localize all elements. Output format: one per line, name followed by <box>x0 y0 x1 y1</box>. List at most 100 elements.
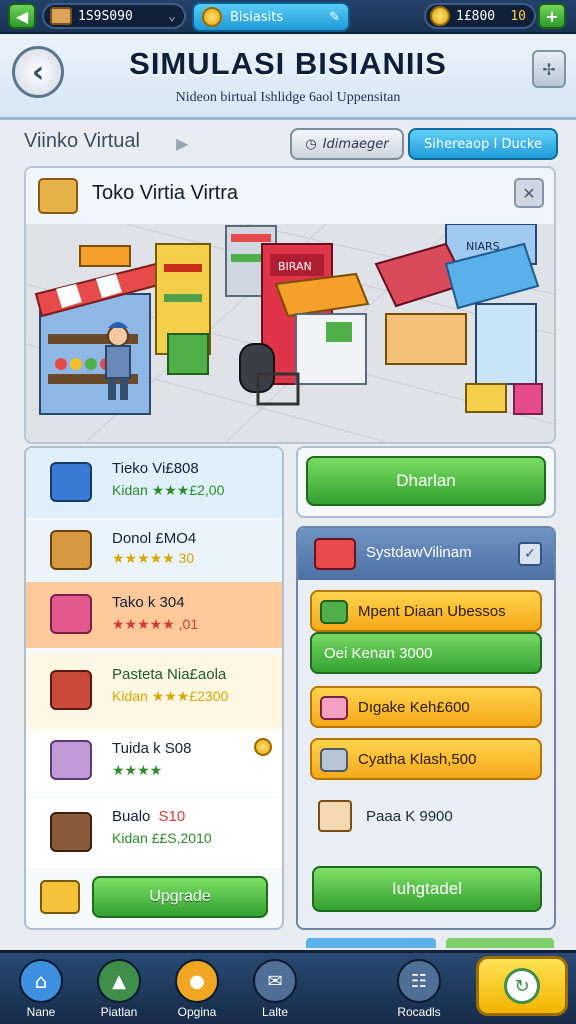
list-item[interactable]: Bualo S10 Kidan ££S,2010 <box>26 798 282 868</box>
task-item[interactable]: Cyatha Klash,500 <box>310 738 542 780</box>
mail-icon: ✉ <box>253 959 297 1003</box>
box-icon <box>50 462 92 502</box>
task-item[interactable]: Dıgake Keh£600 <box>310 686 542 728</box>
clock-icon: ◷ <box>305 136 317 152</box>
task-item[interactable]: Oei Kenan 3000 <box>310 632 542 674</box>
list-item[interactable]: Tieko Vi£808 Kidan ★★★£2,00 <box>26 448 282 518</box>
cash-icon <box>320 600 348 624</box>
chevron-down-icon[interactable]: ⌄ <box>168 9 176 24</box>
nav-mail-label: Lalte <box>261 1005 289 1019</box>
gold-coin-icon <box>430 6 450 26</box>
coin-badge-icon <box>254 738 272 756</box>
nav-plan-label: Piatlan <box>100 1005 138 1019</box>
coin-value: 1£800 <box>456 8 496 24</box>
document-icon <box>318 800 352 832</box>
shop-details-chip-label: Sihereaop I Ducke <box>424 136 542 152</box>
shop-card-header: Toko Virtia Virtra ✕ <box>26 168 554 224</box>
page-title: SIMULASI BISIANIIS <box>129 46 447 81</box>
item-price: ★★★★★ ,01 <box>112 616 199 632</box>
nav-records[interactable]: ☷ Rocadls <box>384 959 454 1024</box>
nav-plan[interactable]: ▲ Piatlan <box>84 959 154 1024</box>
bag-icon <box>320 696 348 720</box>
add-coins-button[interactable]: + <box>538 3 566 29</box>
task-label: Mpent Diaan Ubessos <box>358 602 506 620</box>
list-item[interactable]: Tuida k S08 ★★★★ <box>26 730 282 796</box>
upgrade-button[interactable]: Upgrade <box>92 876 268 918</box>
nav-records-label: Rocadls <box>397 1005 441 1019</box>
close-button[interactable]: ✕ <box>514 178 544 208</box>
shop-scene-illustration: BIRAN NIARS <box>26 224 554 442</box>
nav-home-label: Nane <box>26 1005 56 1019</box>
cart-icon <box>50 812 92 852</box>
list-item[interactable]: Tako k 304 ★★★★★ ,01 <box>26 582 282 648</box>
top-bar: ◀ 1S9S090 ⌄ Bisiasits ✎ 1£800 10 + <box>0 0 576 34</box>
item-name-main: Bualo <box>112 808 151 825</box>
section-title: Viinko Virtual <box>24 130 140 152</box>
page-header: ‹ SIMULASI BISIANIIS Nideon birtual Ishl… <box>0 36 576 120</box>
action-button[interactable]: ↻ <box>476 956 568 1016</box>
task-item[interactable]: Paaa K 9900 <box>318 796 538 836</box>
house-icon: ▲ <box>97 959 141 1003</box>
edit-icon[interactable]: ✎ <box>329 10 340 25</box>
dharlan-panel: Dharlan <box>296 446 556 518</box>
tasks-panel-title: SystdawVilinam <box>366 544 472 561</box>
item-price: Kidan ££S,2010 <box>112 830 212 846</box>
tasks-panel: SystdawVilinam ✓ Mpent Diaan Ubessos Oei… <box>296 526 556 930</box>
nav-options-label: Opgina <box>177 1005 217 1019</box>
refresh-icon: ↻ <box>504 968 540 1004</box>
manager-chip-label: Idimaeger <box>322 136 389 152</box>
chevron-left-icon: ‹ <box>31 54 45 90</box>
settings-button[interactable]: ✢ <box>532 50 566 88</box>
item-price: ★★★★ <box>112 762 163 778</box>
list-item[interactable]: Pasteta Nia£aola Kidan ★★★£2300 <box>26 654 282 730</box>
item-name: Tako k 304 <box>112 594 185 611</box>
grid-icon: ✢ <box>542 59 556 79</box>
page-subtitle: Nideon birtual Ishlidge 6aol Uppensitan <box>175 90 401 105</box>
checkbox[interactable]: ✓ <box>518 542 542 566</box>
nav-home[interactable]: ⌂ Nane <box>6 959 76 1024</box>
nav-mail[interactable]: ✉ Lalte <box>240 959 310 1024</box>
manager-chip[interactable]: ◷ Idimaeger <box>290 128 404 160</box>
item-name: Tieko Vi£808 <box>112 460 199 477</box>
back-arrow-button[interactable]: ◀ <box>8 3 36 29</box>
currency-display: 1S9S090 ⌄ <box>42 3 186 29</box>
coin-suffix: 10 <box>510 8 526 24</box>
tab-peek <box>446 938 554 948</box>
task-label: Paaa K 9900 <box>366 807 453 825</box>
back-button[interactable]: ‹ <box>12 46 64 98</box>
shopping-cart-icon <box>50 670 92 710</box>
coin-display: 1£800 10 <box>424 3 536 29</box>
plus-icon: + <box>545 6 559 26</box>
shop-details-chip[interactable]: Sihereaop I Ducke <box>408 128 558 160</box>
money-icon <box>314 538 356 570</box>
network-icon: ☷ <box>397 959 441 1003</box>
tasks-panel-header: SystdawVilinam ✓ <box>298 528 554 580</box>
package-icon <box>50 740 92 780</box>
coin-stack-icon: ● <box>175 959 219 1003</box>
task-item[interactable]: Mpent Diaan Ubessos <box>310 590 542 632</box>
task-label: Cyatha Klash,500 <box>358 750 477 768</box>
item-price: Kidan ★★★£2,00 <box>112 482 225 498</box>
currency-value: 1S9S090 <box>78 8 133 24</box>
item-name-extra: S10 <box>158 808 186 825</box>
kiosk-sign: BIRAN <box>278 260 312 273</box>
tab-peek <box>306 938 436 948</box>
crate-icon <box>50 530 92 570</box>
shop-title: Toko Virtia Virtra <box>92 182 238 204</box>
gift-box-icon <box>50 594 92 634</box>
coin-icon <box>202 7 222 27</box>
shop-card: Toko Virtia Virtra ✕ BIRAN NIARS <box>24 166 556 444</box>
list-item[interactable]: Donol £MO4 ★★★★★ 30 <box>26 520 282 582</box>
item-price: Kidan ★★★£2300 <box>112 688 229 704</box>
tab-business-label: Bisiasits <box>230 9 284 25</box>
task-label: Dıgake Keh£600 <box>358 698 470 716</box>
dharlan-button[interactable]: Dharlan <box>306 456 546 506</box>
item-list-panel: Tieko Vi£808 Kidan ★★★£2,00 Donol £MO4 ★… <box>24 446 284 930</box>
checkmark-icon: ✓ <box>524 546 536 562</box>
tab-business[interactable]: Bisiasits ✎ <box>192 2 350 32</box>
crate-icon <box>40 880 80 914</box>
fish-icon <box>320 748 348 772</box>
shop-crate-icon <box>38 178 78 214</box>
upgrade-button-2[interactable]: Iuhgtadel <box>312 866 542 912</box>
nav-options[interactable]: ● Opgina <box>162 959 232 1024</box>
